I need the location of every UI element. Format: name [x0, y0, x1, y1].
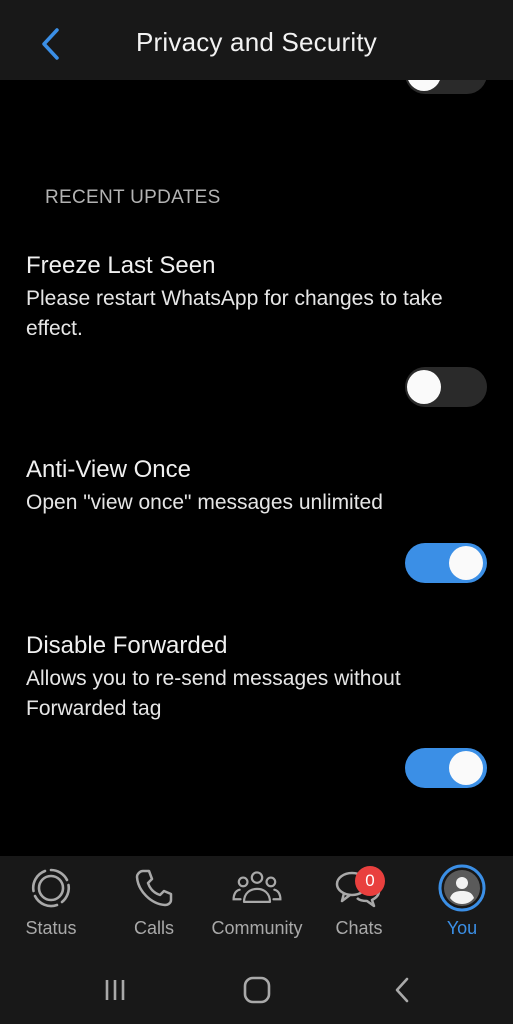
nav-chats[interactable]: 0 Chats	[309, 864, 409, 952]
bottom-navigation: Status Calls Community 0 Chats You	[0, 856, 513, 956]
setting-description: Open "view once" messages unlimited	[26, 491, 383, 514]
back-icon	[395, 977, 409, 1003]
nav-label: Status	[25, 918, 77, 938]
home-icon	[243, 976, 271, 1004]
setting-disable-forwarded: Disable Forwarded Allows you to re-send …	[26, 630, 486, 724]
freeze-last-seen-toggle[interactable]	[405, 367, 487, 407]
setting-anti-view-once: Anti-View Once Open "view once" messages…	[26, 454, 486, 518]
settings-content[interactable]: RECENT UPDATES Freeze Last Seen Please r…	[0, 80, 513, 856]
system-navigation-bar	[0, 956, 513, 1024]
setting-description: Allows you to re-send messages without F…	[26, 667, 401, 720]
community-icon	[232, 871, 282, 903]
nav-status[interactable]: Status	[1, 864, 101, 952]
nav-you[interactable]: You	[412, 864, 512, 952]
toggle-knob	[407, 370, 441, 404]
recents-icon	[105, 980, 125, 1000]
home-button[interactable]	[227, 970, 287, 1010]
status-icon	[31, 868, 71, 908]
nav-label: Community	[211, 918, 303, 938]
toggle-knob	[449, 546, 483, 580]
nav-label: You	[446, 918, 478, 938]
nav-label: Chats	[335, 918, 383, 938]
setting-title: Anti-View Once	[26, 456, 191, 483]
avatar-icon	[438, 864, 486, 912]
unread-badge: 0	[355, 866, 385, 896]
toggle-knob	[407, 80, 441, 91]
disable-forwarded-toggle[interactable]	[405, 748, 487, 788]
page-title: Privacy and Security	[136, 27, 377, 57]
system-back-button[interactable]	[372, 970, 432, 1010]
section-header-recent-updates: RECENT UPDATES	[45, 187, 221, 208]
recents-button[interactable]	[85, 970, 145, 1010]
toggle-knob	[449, 751, 483, 785]
nav-calls[interactable]: Calls	[104, 864, 204, 952]
nav-label: Calls	[133, 918, 174, 938]
previous-setting-toggle[interactable]	[405, 80, 487, 94]
nav-community[interactable]: Community	[207, 864, 307, 952]
app-bar: Privacy and Security	[0, 0, 513, 80]
setting-title: Disable Forwarded	[26, 632, 228, 659]
setting-title: Freeze Last Seen	[26, 252, 216, 279]
setting-description: Please restart WhatsApp for changes to t…	[26, 287, 443, 340]
phone-icon	[135, 869, 173, 907]
setting-freeze-last-seen: Freeze Last Seen Please restart WhatsApp…	[26, 250, 486, 344]
anti-view-once-toggle[interactable]	[405, 543, 487, 583]
